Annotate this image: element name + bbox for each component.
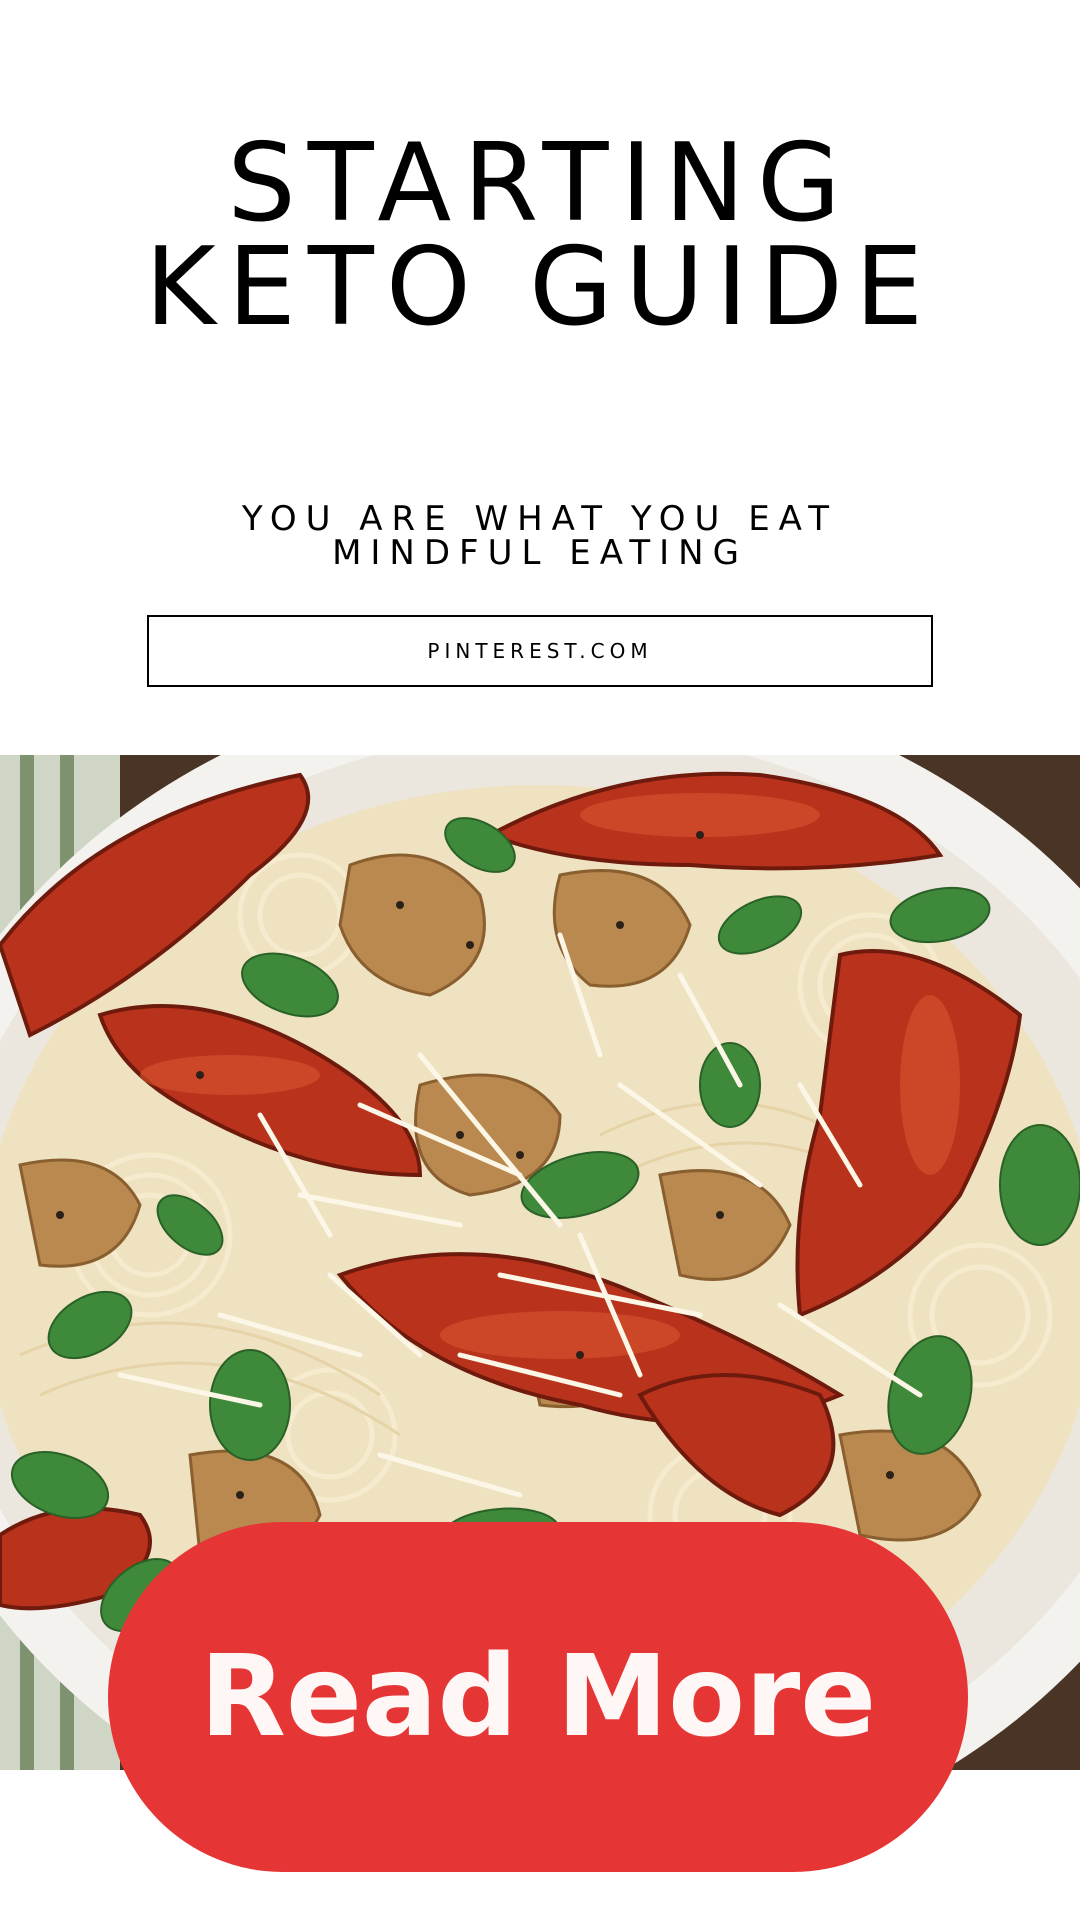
- title-line-2: KETO GUIDE: [144, 225, 936, 351]
- tagline-line-2: MINDFUL EATING: [332, 533, 748, 573]
- title-line-1: STARTING: [227, 121, 853, 247]
- tagline-line-1: YOU ARE WHAT YOU EAT: [241, 499, 839, 539]
- tagline: YOU ARE WHAT YOU EAT MINDFUL EATING: [0, 502, 1080, 570]
- read-more-button[interactable]: Read More: [108, 1522, 968, 1872]
- page-title: STARTING KETO GUIDE: [0, 121, 1080, 351]
- pinterest-link[interactable]: PINTEREST.COM: [147, 615, 933, 687]
